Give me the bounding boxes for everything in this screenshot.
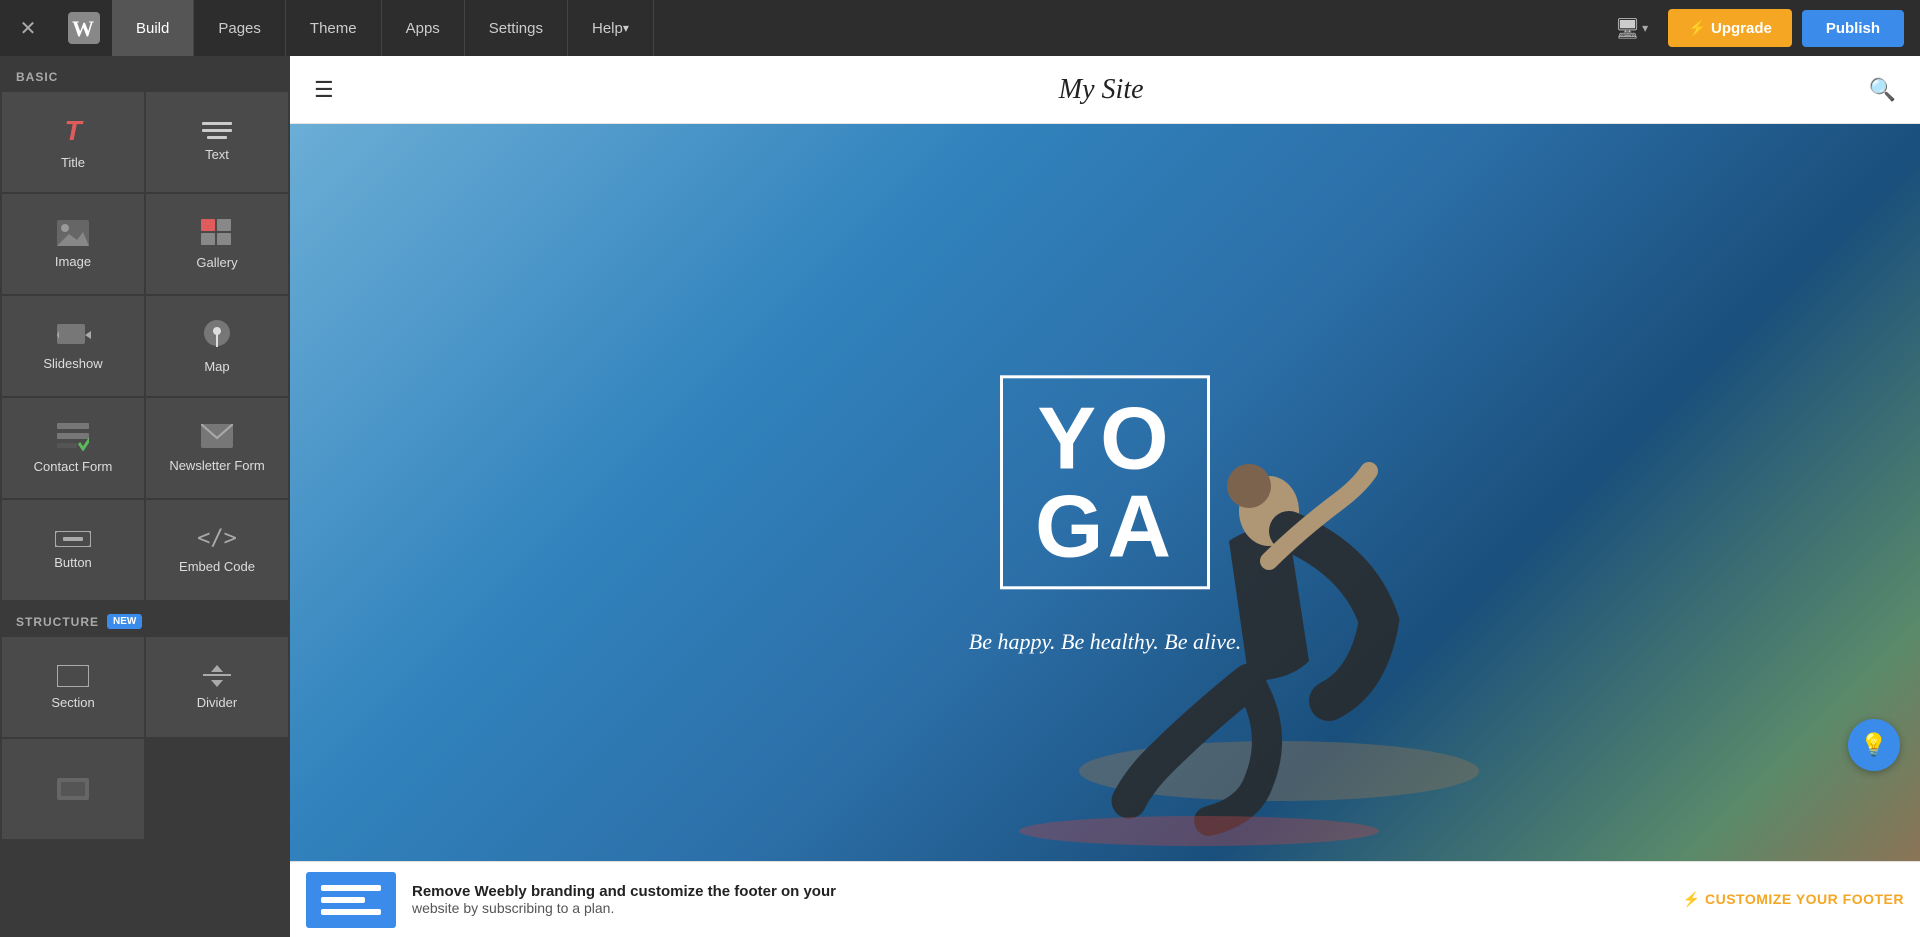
hero-section: YO GA Be happy. Be healthy. Be alive. 💡 [290,124,1920,861]
button-icon [55,531,91,547]
sidebar-item-title[interactable]: T Title [2,92,144,192]
device-arrow: ▾ [1642,21,1648,35]
sidebar-item-gallery-label: Gallery [196,255,237,270]
tab-build[interactable]: Build [112,0,194,56]
newsletter-form-icon [201,424,233,450]
sidebar: BASIC T Title Text [0,56,290,937]
footer-main-text: Remove Weebly branding and customize the… [412,883,1667,900]
yoga-logo-box: YO GA [1000,375,1210,589]
sidebar-item-text[interactable]: Text [146,92,288,192]
structure-label: STRUCTURE [16,615,99,629]
new-badge: NEW [107,614,142,629]
footer-banner: Remove Weebly branding and customize the… [290,861,1920,937]
contact-form-icon [57,423,89,451]
tab-pages[interactable]: Pages [194,0,286,56]
tab-apps[interactable]: Apps [382,0,465,56]
site-header: ☰ My Site 🔍 [290,56,1920,124]
close-button[interactable]: ✕ [0,16,56,41]
nav-tabs: Build Pages Theme Apps Settings Help [112,0,1605,56]
tab-theme[interactable]: Theme [286,0,382,56]
sidebar-item-map-label: Map [204,359,229,374]
divider-icon [203,665,231,687]
sidebar-item-contact-form[interactable]: Contact Form [2,398,144,498]
footer-preview-image [306,872,396,928]
embed-code-icon: </> [197,526,237,551]
hero-tagline: Be happy. Be healthy. Be alive. [969,629,1241,655]
section-icon [57,665,89,687]
title-icon: T [64,115,81,147]
search-icon[interactable]: 🔍 [1869,77,1896,103]
sidebar-item-button-label: Button [54,555,92,570]
main-area: BASIC T Title Text [0,56,1920,937]
extra-icon [57,778,89,800]
upgrade-button[interactable]: ⚡ Upgrade [1668,9,1792,47]
footer-sub-text: website by subscribing to a plan. [412,900,1667,916]
sidebar-item-image-label: Image [55,254,91,269]
sidebar-item-slideshow-label: Slideshow [43,356,102,371]
gallery-icon [201,219,233,247]
sidebar-item-title-label: Title [61,155,85,170]
tab-settings[interactable]: Settings [465,0,568,56]
sidebar-item-image[interactable]: Image [2,194,144,294]
sidebar-item-newsletter-label: Newsletter Form [169,458,264,473]
sidebar-item-newsletter-form[interactable]: Newsletter Form [146,398,288,498]
device-selector[interactable]: 🖥 ▾ [1605,10,1658,47]
customize-footer-button[interactable]: ⚡ CUSTOMIZE YOUR FOOTER [1683,891,1904,908]
hero-image [779,124,1679,861]
footer-preview-lines [321,885,381,915]
sidebar-item-button[interactable]: Button [2,500,144,600]
map-icon [203,319,231,351]
sidebar-item-contact-form-label: Contact Form [34,459,113,474]
top-nav: ✕ W Build Pages Theme Apps Settings Help… [0,0,1920,56]
sidebar-item-divider[interactable]: Divider [146,637,288,737]
extra-grid [0,739,290,839]
sidebar-item-section-label: Section [51,695,94,710]
yoga-text-line1: YO [1035,394,1175,482]
basic-grid: T Title Text [0,92,290,600]
sidebar-item-divider-label: Divider [197,695,237,710]
image-icon [57,220,89,246]
sidebar-item-embed-code[interactable]: </> Embed Code [146,500,288,600]
structure-grid: Section Divider [0,637,290,737]
hamburger-icon[interactable]: ☰ [314,77,334,103]
footer-preview-line-3 [321,909,381,915]
desktop-icon: 🖥 [1615,16,1640,41]
floating-lightbulb-button[interactable]: 💡 [1848,719,1900,771]
basic-section-label: BASIC [0,56,290,92]
sidebar-item-text-label: Text [205,147,229,162]
canvas-area: ☰ My Site 🔍 [290,56,1920,937]
sidebar-item-embed-code-label: Embed Code [179,559,255,574]
sidebar-item-gallery[interactable]: Gallery [146,194,288,294]
weebly-logo: W [56,12,112,44]
sidebar-item-extra[interactable] [2,739,144,839]
svg-text:W: W [72,16,94,41]
text-icon [202,122,232,139]
footer-preview-line-2 [321,897,365,903]
sidebar-item-slideshow[interactable]: Slideshow [2,296,144,396]
sidebar-item-map[interactable]: Map [146,296,288,396]
sidebar-item-section[interactable]: Section [2,637,144,737]
publish-button[interactable]: Publish [1802,10,1904,47]
site-title: My Site [334,74,1869,106]
slideshow-icon [55,322,91,348]
tab-help[interactable]: Help [568,0,654,56]
footer-preview-line-1 [321,885,381,891]
structure-header: STRUCTURE NEW [0,600,290,637]
nav-right: 🖥 ▾ ⚡ Upgrade Publish [1605,9,1920,47]
yoga-text-line2: GA [1035,482,1175,570]
footer-text: Remove Weebly branding and customize the… [412,883,1667,916]
